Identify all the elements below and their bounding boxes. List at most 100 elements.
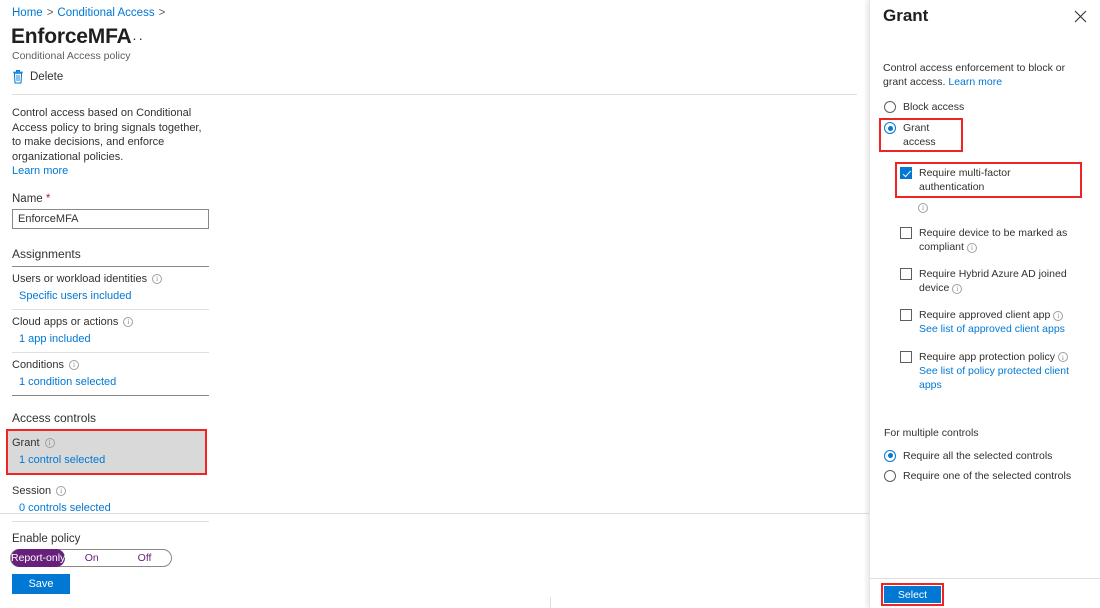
name-input[interactable] — [12, 208, 209, 229]
info-icon[interactable]: i — [44, 437, 55, 448]
radio-label: Require all the selected controls — [903, 449, 1053, 462]
breadcrumb: Home > Conditional Access > — [12, 6, 169, 20]
page-title: EnforceMFA — [11, 25, 132, 48]
footer-vertical-divider — [550, 597, 551, 608]
require-mfa-info-icon-wrap: i — [918, 197, 1100, 215]
checkbox-unchecked-icon — [900, 309, 912, 321]
name-field-label: Name * — [12, 193, 210, 205]
policy-blade: Home > Conditional Access > EnforceMFA ··· … — [0, 0, 869, 608]
delete-button[interactable]: Delete — [12, 70, 63, 84]
row-session[interactable]: Session i 0 controls selected — [12, 479, 209, 522]
radio-block-access[interactable]: Block access — [884, 98, 1100, 116]
footer-divider — [0, 513, 869, 514]
policy-form: Control access based on Conditional Acce… — [6, 106, 210, 522]
row-header: Grant i — [12, 437, 201, 449]
radio-unchecked-icon — [884, 101, 896, 113]
row-header: Users or workload identities i — [12, 273, 209, 285]
breadcrumb-item-home[interactable]: Home — [12, 7, 43, 19]
checkbox-require-device-compliant[interactable]: Require device to be marked as compliant… — [900, 224, 1080, 256]
policy-protected-client-apps-link[interactable]: See list of policy protected client apps — [919, 365, 1069, 392]
breadcrumb-separator: > — [158, 7, 166, 19]
info-icon[interactable]: i — [56, 485, 67, 496]
info-icon[interactable]: i — [918, 202, 928, 213]
info-icon[interactable]: i — [1053, 310, 1064, 321]
checkbox-require-mfa[interactable]: Require multi-factor authentication — [895, 162, 1082, 198]
close-icon[interactable] — [1072, 8, 1088, 24]
required-marker: * — [45, 192, 51, 205]
grant-pane: Grant Control access enforcement to bloc… — [869, 0, 1100, 608]
access-controls-heading: Access controls — [12, 410, 97, 425]
checkbox-label: Require multi-factor authentication — [919, 167, 1011, 193]
radio-label: Block access — [903, 101, 965, 113]
info-icon[interactable]: i — [1057, 352, 1068, 363]
description-learn-more-link[interactable]: Learn more — [948, 76, 1002, 88]
grant-pane-footer-divider — [870, 578, 1100, 579]
checkbox-checked-icon — [900, 167, 912, 179]
checkbox-require-app-protection-policy[interactable]: Require app protection policy i See list… — [900, 348, 1085, 395]
row-value-link[interactable]: 1 control selected — [12, 454, 201, 466]
info-icon[interactable]: i — [152, 273, 163, 284]
row-header: Conditions i — [12, 359, 209, 371]
radio-label: Require one of the selected controls — [903, 469, 1072, 482]
info-icon[interactable]: i — [68, 359, 79, 370]
checkbox-label-text: Require Hybrid Azure AD joined device — [919, 268, 1067, 294]
row-header: Session i — [12, 485, 209, 497]
row-label: Cloud apps or actions — [12, 315, 119, 328]
radio-require-one-of-selected-controls[interactable]: Require one of the selected controls — [884, 467, 1100, 485]
checkbox-unchecked-icon — [900, 268, 912, 280]
row-label: Grant — [12, 436, 40, 449]
checkbox-label-text: Require app protection policy — [919, 350, 1055, 363]
radio-require-all-selected-controls[interactable]: Require all the selected controls — [884, 447, 1100, 465]
info-icon[interactable]: i — [966, 242, 977, 253]
row-label: Conditions — [12, 358, 64, 371]
breadcrumb-item-conditional-access[interactable]: Conditional Access — [57, 7, 154, 19]
intro-learn-more-link[interactable]: Learn more — [12, 165, 68, 177]
row-cloud-apps-or-actions[interactable]: Cloud apps or actions i 1 app included — [12, 310, 209, 353]
row-conditions[interactable]: Conditions i 1 condition selected — [12, 353, 209, 396]
name-label-text: Name — [12, 192, 43, 205]
checkbox-label: Require device to be marked as compliant… — [919, 226, 1080, 254]
checkbox-label: Require approved client app i See list o… — [919, 308, 1065, 337]
toggle-option-off[interactable]: Off — [118, 550, 171, 566]
delete-label: Delete — [30, 71, 64, 83]
row-value-link[interactable]: 1 app included — [12, 333, 209, 345]
row-users-or-workload-identities[interactable]: Users or workload identities i Specific … — [12, 267, 209, 310]
info-icon[interactable]: i — [123, 316, 134, 327]
more-options-icon[interactable]: ··· — [126, 30, 145, 46]
checkbox-label: Require app protection policy i See list… — [919, 350, 1085, 393]
enable-policy-toggle[interactable]: Report-only On Off — [10, 549, 172, 567]
select-button[interactable]: Select — [881, 583, 944, 606]
row-value-link[interactable]: 1 condition selected — [12, 376, 209, 388]
checkbox-label: Require Hybrid Azure AD joined device i — [919, 267, 1080, 295]
row-value-link[interactable]: Specific users included — [12, 290, 209, 302]
checkbox-label-text: Require device to be marked as compliant — [919, 227, 1068, 253]
toggle-option-report-only[interactable]: Report-only — [11, 549, 66, 567]
radio-checked-icon — [884, 449, 896, 462]
checkbox-label-text: Require approved client app — [919, 309, 1051, 321]
save-button[interactable]: Save — [12, 574, 70, 594]
checkbox-require-approved-client-app[interactable]: Require approved client app i See list o… — [900, 306, 1085, 339]
toggle-option-on[interactable]: On — [65, 550, 118, 566]
row-label: Users or workload identities — [12, 272, 148, 285]
radio-unchecked-icon — [884, 469, 896, 482]
breadcrumb-separator: > — [46, 7, 54, 19]
app-root: Home > Conditional Access > EnforceMFA ··· … — [0, 0, 1100, 608]
trash-icon — [12, 70, 24, 84]
approved-client-apps-link[interactable]: See list of approved client apps — [919, 323, 1065, 335]
radio-label: Grant access — [903, 122, 936, 148]
grant-pane-title: Grant — [883, 6, 929, 25]
enable-policy-label: Enable policy — [12, 533, 81, 545]
grant-pane-description: Control access enforcement to block or g… — [883, 61, 1083, 89]
checkbox-require-hybrid-azure-ad-joined-device[interactable]: Require Hybrid Azure AD joined device i — [900, 265, 1080, 297]
page-subtitle: Conditional Access policy — [12, 50, 131, 62]
multiple-controls-heading: For multiple controls — [884, 426, 979, 439]
intro-paragraph: Control access based on Conditional Acce… — [12, 107, 202, 163]
checkbox-unchecked-icon — [900, 227, 912, 239]
checkbox-unchecked-icon — [900, 350, 912, 363]
info-icon[interactable]: i — [952, 283, 963, 294]
radio-checked-icon — [884, 122, 896, 134]
row-header: Cloud apps or actions i — [12, 316, 209, 328]
grant-pane-body: Block access Grant access Require multi-… — [870, 98, 1100, 485]
row-grant[interactable]: Grant i 1 control selected — [6, 428, 207, 475]
radio-grant-access[interactable]: Grant access — [879, 118, 963, 152]
